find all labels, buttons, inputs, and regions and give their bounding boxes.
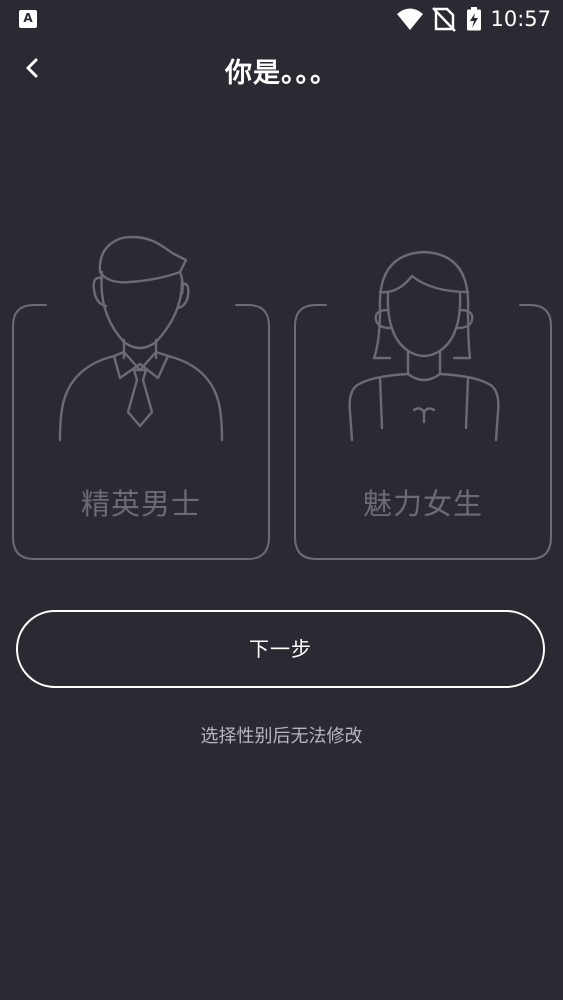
female-avatar-icon: [348, 250, 500, 442]
female-label: 魅力女生: [362, 487, 483, 521]
status-bar: A 10:57: [0, 0, 563, 38]
no-sim-icon: [432, 7, 456, 32]
gender-select-screen: A 10:57 你是。。。 精英男士 魅力女生 下一步 选择性别后无法修改: [0, 0, 563, 1000]
status-icons: [397, 7, 481, 32]
male-avatar-icon: [58, 235, 224, 442]
male-label: 精英男士: [80, 487, 201, 521]
battery-charging-icon: [467, 7, 481, 31]
gender-option-male[interactable]: 精英男士: [12, 232, 270, 562]
next-button[interactable]: 下一步: [16, 610, 545, 688]
wifi-icon: [397, 8, 423, 30]
app-notification-icon: A: [19, 10, 37, 28]
app-icon-letter: A: [23, 11, 33, 25]
status-time: 10:57: [490, 7, 551, 31]
gender-option-female[interactable]: 魅力女生: [294, 232, 552, 562]
page-title: 你是。。。: [225, 58, 338, 89]
gender-hint-text: 选择性别后无法修改: [200, 726, 363, 747]
